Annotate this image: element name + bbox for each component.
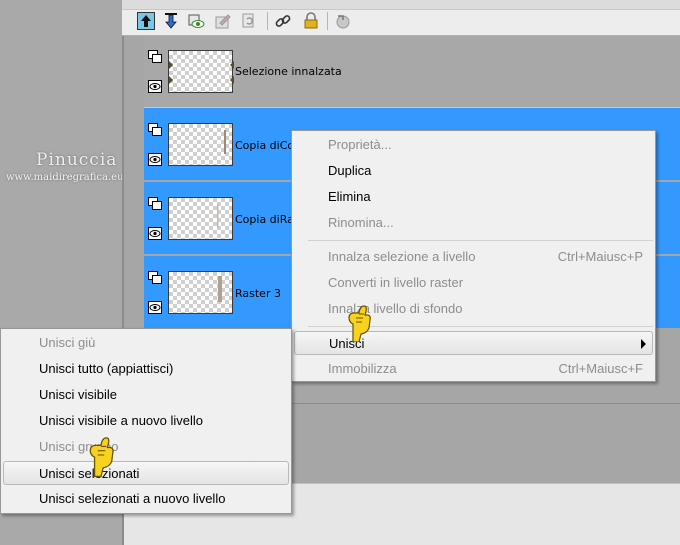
layer-visibility-icon[interactable] xyxy=(187,12,205,30)
layer-thumbnail xyxy=(168,271,233,314)
move-layer-down-icon[interactable] xyxy=(162,12,180,30)
toolbar-strip xyxy=(122,0,680,10)
layers-toolbar xyxy=(122,0,680,36)
menu-item-label: Unisci visibile a nuovo livello xyxy=(39,413,204,428)
menu-item-shortcut: Ctrl+Maiusc+F xyxy=(558,361,643,376)
eye-icon[interactable] xyxy=(148,227,162,240)
submenu-item-merge-down[interactable]: Unisci giù xyxy=(3,331,289,355)
undo-icon[interactable] xyxy=(334,12,352,30)
thumbnail-content xyxy=(217,204,219,228)
layer-name: Selezione innalzata xyxy=(235,65,342,78)
pointing-hand-icon xyxy=(89,437,114,478)
menu-item-label: Unisci visibile xyxy=(39,387,118,402)
layer-name: Copia diCopia diRaster 3 xyxy=(235,139,295,152)
eye-icon[interactable] xyxy=(148,80,162,93)
menu-item-convert-raster[interactable]: Converti in livello raster xyxy=(294,271,653,295)
watermark-url: www.maidiregrafica.eu xyxy=(6,172,124,183)
layer-group-icon[interactable] xyxy=(148,271,162,284)
merge-submenu: Unisci giù Unisci tutto (appiattisci) Un… xyxy=(0,328,292,514)
thumbnail-content xyxy=(224,130,226,154)
duplicate-icon[interactable] xyxy=(240,12,258,30)
menu-item-label: Unisci giù xyxy=(39,335,96,350)
layer-thumbnail xyxy=(168,50,234,93)
layer-row[interactable]: Selezione innalzata xyxy=(144,36,680,108)
menu-separator xyxy=(308,240,653,241)
eye-icon[interactable] xyxy=(148,301,162,314)
link-icon[interactable] xyxy=(274,12,292,30)
submenu-item-merge-visible-new[interactable]: Unisci visibile a nuovo livello xyxy=(3,409,289,433)
menu-item-freeze[interactable]: Immobilizza Ctrl+Maiusc+F xyxy=(294,357,653,381)
pointing-hand-icon xyxy=(348,305,371,342)
layer-group-icon[interactable] xyxy=(148,50,162,63)
menu-item-delete[interactable]: Elimina xyxy=(294,185,653,209)
submenu-item-merge-selected[interactable]: Unisci selezionati xyxy=(3,461,289,485)
layer-name: Raster 3 xyxy=(235,287,281,300)
eye-icon[interactable] xyxy=(148,153,162,166)
thumbnail-content xyxy=(169,61,234,84)
menu-item-label: Unisci selezionati a nuovo livello xyxy=(39,491,226,506)
layer-thumbnail xyxy=(168,123,233,166)
submenu-item-merge-group[interactable]: Unisci gruppo xyxy=(3,435,289,459)
toolbar-separator xyxy=(327,12,328,30)
move-layer-up-icon[interactable] xyxy=(137,12,155,30)
toolbar-separator xyxy=(267,12,268,30)
menu-item-label: Unisci tutto (appiattisci) xyxy=(39,361,174,376)
menu-item-label: Innalza selezione a livello xyxy=(328,249,476,264)
layer-group-icon[interactable] xyxy=(148,197,162,210)
menu-item-label: Proprietà... xyxy=(328,137,392,152)
layer-thumbnail xyxy=(168,197,233,240)
layer-group-icon[interactable] xyxy=(148,123,162,136)
menu-item-shortcut: Ctrl+Maiusc+P xyxy=(557,249,643,264)
edit-selection-icon[interactable] xyxy=(214,12,232,30)
layer-name: Copia diRaster 3 xyxy=(235,213,295,226)
submenu-item-merge-selected-new[interactable]: Unisci selezionati a nuovo livello xyxy=(3,487,289,511)
menu-item-label: Immobilizza xyxy=(328,361,397,376)
menu-item-label: Converti in livello raster xyxy=(328,275,464,290)
menu-item-label: Rinomina... xyxy=(328,215,394,230)
menu-item-duplicate[interactable]: Duplica xyxy=(294,159,653,183)
thumbnail-content xyxy=(218,276,222,302)
menu-item-rename[interactable]: Rinomina... xyxy=(294,211,653,235)
submenu-arrow-icon xyxy=(641,339,646,349)
watermark-name: Pinuccia xyxy=(36,150,118,170)
menu-item-label: Duplica xyxy=(328,163,372,178)
layer-context-menu: Proprietà... Duplica Elimina Rinomina...… xyxy=(291,130,656,382)
submenu-item-merge-visible[interactable]: Unisci visibile xyxy=(3,383,289,407)
menu-item-promote-selection[interactable]: Innalza selezione a livello Ctrl+Maiusc+P xyxy=(294,245,653,269)
submenu-item-merge-all[interactable]: Unisci tutto (appiattisci) xyxy=(3,357,289,381)
menu-item-label: Elimina xyxy=(328,189,371,204)
lock-icon[interactable] xyxy=(302,12,320,30)
menu-item-properties[interactable]: Proprietà... xyxy=(294,133,653,157)
